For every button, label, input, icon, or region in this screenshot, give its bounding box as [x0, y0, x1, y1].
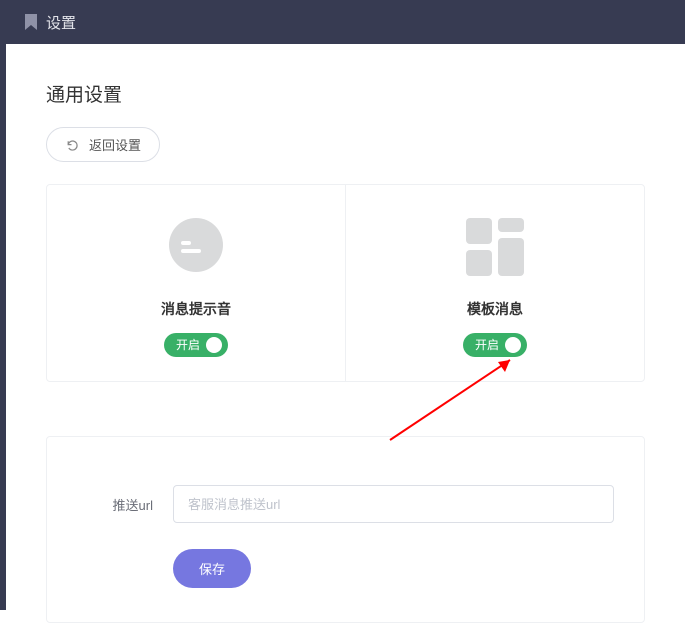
section-title: 通用设置	[46, 80, 645, 107]
bookmark-icon	[24, 14, 38, 30]
push-url-input[interactable]	[173, 485, 614, 523]
undo-icon	[65, 138, 79, 152]
settings-cards-row: 消息提示音 开启 模板消息 开启	[46, 184, 645, 382]
toggle-message-sound[interactable]: 开启	[164, 333, 228, 357]
toggle-knob	[206, 337, 222, 353]
card-template-message: 模板消息 开启	[345, 185, 644, 381]
grid-icon	[458, 207, 532, 287]
push-url-label: 推送url	[77, 495, 173, 514]
content-area: 通用设置 返回设置 消息提示音 开启	[6, 44, 685, 610]
save-button[interactable]: 保存	[173, 549, 251, 588]
toggle-knob	[505, 337, 521, 353]
push-url-row: 推送url	[77, 485, 614, 523]
card-message-sound: 消息提示音 开启	[47, 185, 345, 381]
card-template-label: 模板消息	[467, 299, 523, 319]
topbar-title: 设置	[46, 12, 76, 33]
back-to-settings-button[interactable]: 返回设置	[46, 127, 160, 162]
toggle-template-message[interactable]: 开启	[463, 333, 527, 357]
toggle-sound-text: 开启	[176, 339, 200, 351]
chat-bubble-icon	[163, 207, 229, 287]
form-panel: 推送url 保存	[46, 436, 645, 623]
card-sound-label: 消息提示音	[161, 299, 231, 319]
toggle-template-text: 开启	[475, 339, 499, 351]
back-button-label: 返回设置	[89, 135, 141, 154]
top-bar: 设置	[0, 0, 685, 44]
